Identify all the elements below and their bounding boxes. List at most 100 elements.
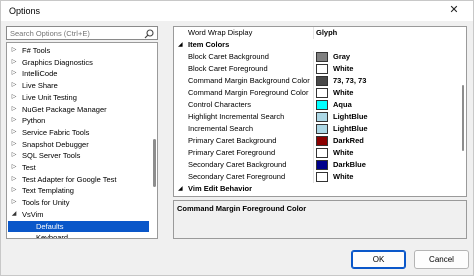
property-value[interactable]: White <box>333 147 353 159</box>
options-tree[interactable]: ▷ F# Tools ▷ Graphics Diagnostics ▷ IntelliCo… <box>6 42 158 239</box>
property-category[interactable]: ◢ Vim Edit Behavior <box>174 183 460 195</box>
property-row[interactable]: Word Wrap Display Glyph <box>174 27 460 39</box>
column-divider[interactable] <box>313 27 314 39</box>
color-swatch[interactable] <box>316 100 328 110</box>
property-row[interactable]: Block Caret Background Gray <box>174 51 460 63</box>
color-swatch[interactable] <box>316 136 328 146</box>
collapsed-arrow-icon[interactable]: ▷ <box>10 45 18 56</box>
property-row[interactable]: Secondary Caret Foreground White <box>174 171 460 183</box>
column-divider[interactable] <box>313 111 314 123</box>
property-category[interactable]: ◢ Item Colors <box>174 39 460 51</box>
tree-scrollbar[interactable] <box>152 47 156 235</box>
column-divider[interactable] <box>313 75 314 87</box>
column-divider[interactable] <box>313 171 314 183</box>
property-value[interactable]: Aqua <box>333 99 352 111</box>
property-row[interactable]: Command Margin Background Color 73, 73, 7… <box>174 75 460 87</box>
search-input[interactable] <box>7 27 141 39</box>
property-row[interactable]: Primary Caret Foreground White <box>174 147 460 159</box>
tree-child-item[interactable]: Keyboard <box>8 232 149 239</box>
window-title: Options <box>9 6 41 16</box>
collapsed-arrow-icon[interactable]: ▷ <box>10 174 18 185</box>
collapsed-arrow-icon[interactable]: ▷ <box>10 162 18 173</box>
tree-item[interactable]: ▷ Python <box>8 115 149 126</box>
property-row[interactable]: Command Margin Foreground Color White <box>174 87 460 99</box>
column-divider[interactable] <box>313 87 314 99</box>
property-grid[interactable]: Word Wrap Display Glyph ◢ Item Colors Block … <box>173 26 467 197</box>
tree-item[interactable]: ◢ VsVim <box>8 209 149 220</box>
collapsed-arrow-icon[interactable]: ▷ <box>10 57 18 68</box>
tree-item[interactable]: ▷ Test Adapter for Google Test <box>8 174 149 185</box>
property-value[interactable]: White <box>333 63 353 75</box>
column-divider[interactable] <box>313 63 314 75</box>
tree-item-label: Keyboard <box>36 233 69 239</box>
color-swatch[interactable] <box>316 112 328 122</box>
color-swatch[interactable] <box>316 148 328 158</box>
color-swatch[interactable] <box>316 160 328 170</box>
tree-item[interactable]: ▷ Live Share <box>8 80 149 91</box>
property-row[interactable]: Control Characters Aqua <box>174 99 460 111</box>
tree-item[interactable]: ▷ Live Unit Testing <box>8 92 149 103</box>
property-row[interactable]: Highlight Incremental Search LightBlue <box>174 111 460 123</box>
tree-item[interactable]: ▷ NuGet Package Manager <box>8 104 149 115</box>
tree-item[interactable]: ▷ Service Fabric Tools <box>8 127 149 138</box>
property-row[interactable]: Primary Caret Background DarkRed <box>174 135 460 147</box>
color-swatch[interactable] <box>316 76 328 86</box>
collapsed-arrow-icon[interactable]: ▷ <box>10 80 18 91</box>
collapsed-arrow-icon[interactable]: ▷ <box>10 139 18 150</box>
color-swatch[interactable] <box>316 172 328 182</box>
tree-item[interactable]: ▷ Text Templating <box>8 185 149 196</box>
cancel-button[interactable]: Cancel <box>414 250 469 269</box>
collapsed-arrow-icon[interactable]: ▷ <box>10 104 18 115</box>
close-icon[interactable]: ✕ <box>441 2 467 19</box>
column-divider[interactable] <box>313 159 314 171</box>
color-swatch[interactable] <box>316 64 328 74</box>
tree-item[interactable]: ▷ F# Tools <box>8 45 149 56</box>
expanded-arrow-icon[interactable]: ◢ <box>178 183 183 195</box>
property-value[interactable]: 73, 73, 73 <box>333 75 366 87</box>
column-divider[interactable] <box>313 123 314 135</box>
column-divider[interactable] <box>313 135 314 147</box>
color-swatch[interactable] <box>316 52 328 62</box>
tree-item[interactable]: ▷ Graphics Diagnostics <box>8 57 149 68</box>
search-icon[interactable] <box>144 29 154 39</box>
tree-item-label: VsVim <box>22 209 44 219</box>
color-swatch[interactable] <box>316 124 328 134</box>
property-row[interactable]: Secondary Caret Background DarkBlue <box>174 159 460 171</box>
collapsed-arrow-icon[interactable]: ▷ <box>10 68 18 79</box>
tree-item[interactable]: ▷ SQL Server Tools <box>8 150 149 161</box>
column-divider[interactable] <box>313 51 314 63</box>
color-swatch[interactable] <box>316 88 328 98</box>
property-grid-scrollbar-thumb[interactable] <box>462 85 464 151</box>
expanded-arrow-icon[interactable]: ◢ <box>178 39 183 51</box>
tree-item-label: Test <box>22 163 36 172</box>
property-value[interactable]: LightBlue <box>333 123 368 135</box>
collapsed-arrow-icon[interactable]: ▷ <box>10 197 18 208</box>
tree-child-item[interactable]: Defaults <box>8 220 149 232</box>
tree-item[interactable]: ▷ Tools for Unity <box>8 197 149 208</box>
collapsed-arrow-icon[interactable]: ▷ <box>10 115 18 126</box>
collapsed-arrow-icon[interactable]: ▷ <box>10 185 18 196</box>
property-row[interactable]: Incremental Search LightBlue <box>174 123 460 135</box>
property-value[interactable]: Gray <box>333 51 350 63</box>
property-value[interactable]: White <box>333 87 353 99</box>
property-name: Secondary Caret Background <box>188 160 287 169</box>
property-value[interactable]: LightBlue <box>333 111 368 123</box>
tree-scrollbar-thumb[interactable] <box>153 139 156 187</box>
ok-button[interactable]: OK <box>351 250 406 269</box>
property-row[interactable]: Block Caret Foreground White <box>174 63 460 75</box>
collapsed-arrow-icon[interactable]: ▷ <box>10 92 18 103</box>
property-value[interactable]: White <box>333 171 353 183</box>
search-box[interactable] <box>6 26 158 40</box>
collapsed-arrow-icon[interactable]: ▷ <box>10 127 18 138</box>
property-value[interactable]: Glyph <box>316 27 337 39</box>
collapsed-arrow-icon[interactable]: ▷ <box>10 150 18 161</box>
tree-item[interactable]: ▷ Test <box>8 162 149 173</box>
column-divider[interactable] <box>313 99 314 111</box>
tree-item[interactable]: ▷ IntelliCode <box>8 68 149 79</box>
expanded-arrow-icon[interactable]: ◢ <box>10 209 18 220</box>
column-divider[interactable] <box>313 147 314 159</box>
property-value[interactable]: DarkBlue <box>333 159 366 171</box>
property-grid-scrollbar[interactable] <box>460 29 465 195</box>
tree-item[interactable]: ▷ Snapshot Debugger <box>8 139 149 150</box>
property-value[interactable]: DarkRed <box>333 135 364 147</box>
